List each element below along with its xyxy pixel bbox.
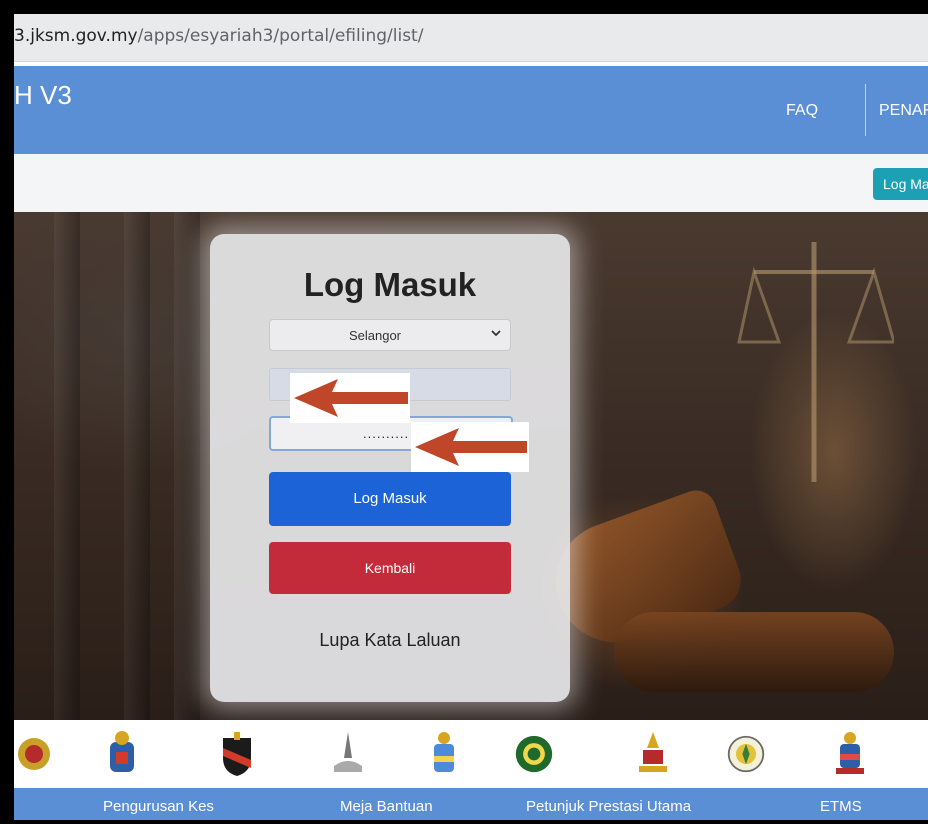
- background-pillar: [54, 212, 80, 720]
- state-crest-icon[interactable]: [424, 728, 464, 780]
- footer-nav-etms[interactable]: ETMS: [820, 798, 862, 815]
- address-url[interactable]: 3.jksm.gov.my/apps/esyariah3/portal/efil…: [14, 26, 423, 46]
- state-crest-icon[interactable]: [328, 728, 368, 780]
- sub-header: Log Ma: [14, 154, 928, 212]
- url-path: /apps/esyariah3/portal/efiling/list/: [137, 26, 424, 46]
- annotation-arrow-password: [411, 422, 529, 472]
- nav-faq-link[interactable]: FAQ: [786, 102, 818, 120]
- screenshot-frame: 3.jksm.gov.my/apps/esyariah3/portal/efil…: [0, 0, 928, 824]
- footer-nav-help-desk[interactable]: Meja Bantuan: [340, 798, 433, 815]
- footer-nav-kpi[interactable]: Petunjuk Prestasi Utama: [526, 798, 691, 815]
- login-title: Log Masuk: [303, 266, 477, 303]
- left-arrow-icon: [294, 379, 408, 417]
- forgot-password-link[interactable]: Lupa Kata Laluan: [210, 630, 570, 651]
- state-shield-icon[interactable]: [217, 728, 257, 780]
- state-select[interactable]: Selangor: [269, 319, 511, 351]
- state-crest-icon[interactable]: [102, 728, 142, 780]
- browser-viewport: 3.jksm.gov.my/apps/esyariah3/portal/efil…: [14, 14, 928, 820]
- site-brand[interactable]: H V3: [14, 80, 72, 111]
- back-button[interactable]: Kembali: [269, 542, 511, 594]
- state-crest-icon[interactable]: [14, 728, 54, 780]
- state-crest-icon[interactable]: [633, 728, 673, 780]
- password-mask: ..........: [363, 426, 410, 441]
- nav-divider: [865, 84, 866, 136]
- footer-nav: Pengurusan Kes Meja Bantuan Petunjuk Pre…: [14, 788, 928, 820]
- state-crest-icon[interactable]: [830, 728, 870, 780]
- left-arrow-icon: [415, 428, 527, 466]
- chevron-down-icon: [491, 330, 501, 337]
- state-seal-icon[interactable]: [726, 728, 766, 780]
- footer-nav-case-management[interactable]: Pengurusan Kes: [103, 798, 214, 815]
- scales-of-justice-icon: [737, 242, 894, 482]
- nav-penar-link[interactable]: PENAR: [879, 102, 928, 120]
- state-logos-row: [14, 720, 928, 788]
- address-bar[interactable]: 3.jksm.gov.my/apps/esyariah3/portal/efil…: [14, 14, 928, 62]
- hero-background: Log Masuk Selangor .......... Log Masuk …: [14, 212, 928, 720]
- header-login-button[interactable]: Log Ma: [873, 168, 928, 200]
- url-host: 3.jksm.gov.my: [14, 26, 138, 46]
- gavel-base-image: [614, 612, 894, 692]
- background-pillar: [124, 212, 150, 720]
- background-pillar: [174, 212, 200, 720]
- site-header: H V3 FAQ PENAR: [14, 66, 928, 154]
- state-wreath-icon[interactable]: [514, 728, 554, 780]
- login-button[interactable]: Log Masuk: [269, 472, 511, 526]
- state-crest-icon[interactable]: [920, 728, 928, 780]
- state-select-value: Selangor: [348, 328, 402, 343]
- annotation-arrow-username: [290, 373, 410, 423]
